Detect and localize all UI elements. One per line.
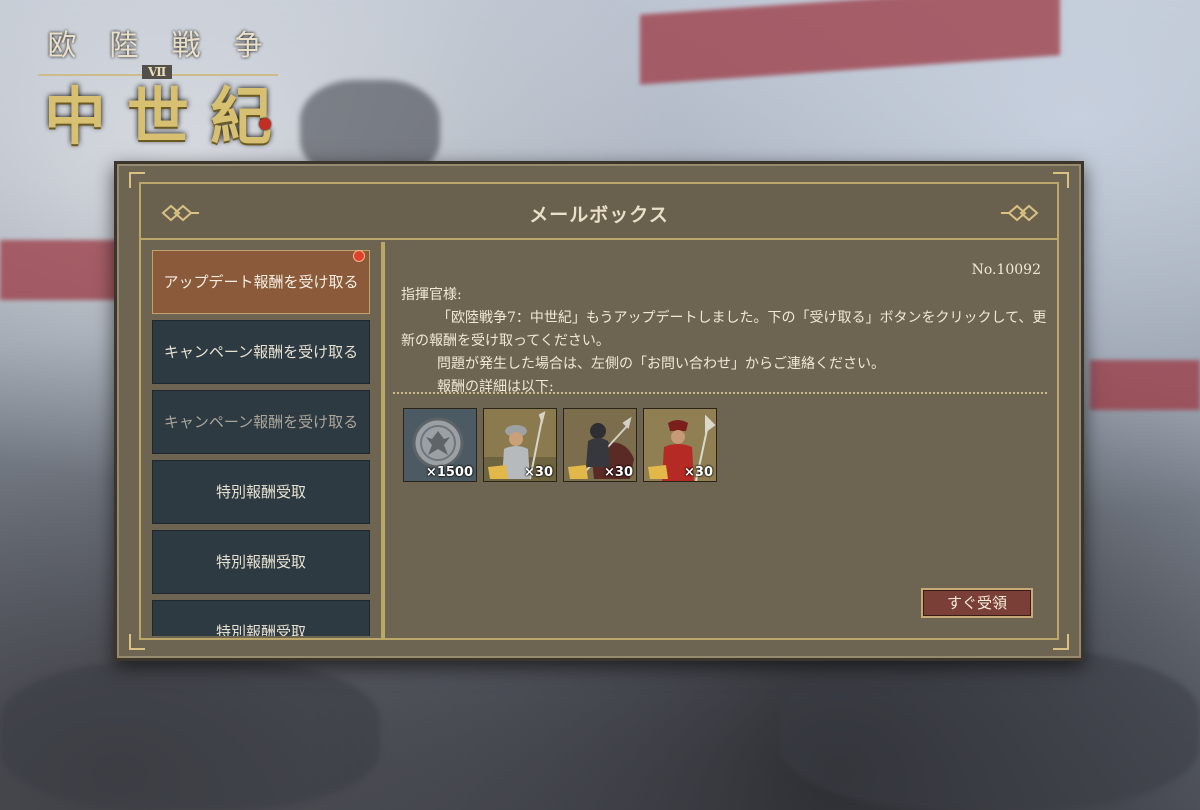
logo-char: 世 — [126, 80, 189, 153]
frame-corner — [1053, 172, 1069, 188]
logo-rule: Ⅶ — [38, 65, 278, 80]
mail-paragraph: 問題が発生した場合は、左側の「お問い合わせ」からご連絡ください。 — [437, 356, 885, 372]
mail-tab-special-reward[interactable]: 特別報酬受取 — [152, 600, 370, 636]
claim-now-button[interactable]: すぐ受領 — [921, 588, 1033, 618]
logo-char: 陸 — [109, 28, 141, 62]
reward-list: ×1500 ×30 ×30 ×30 — [403, 408, 717, 482]
background-figure — [780, 650, 1200, 810]
frame-corner — [1053, 634, 1069, 650]
panel-divider — [381, 242, 385, 638]
mail-body: 指揮官様: 「欧陸戦争7：中世紀」もうアップデートしました。下の「受け取る」ボタ… — [401, 284, 1051, 399]
logo-char: 争 — [233, 28, 265, 62]
logo-char: 紀 — [209, 80, 272, 153]
dialog-titlebar: メールボックス — [141, 184, 1057, 240]
mail-salutation: 指揮官様: — [401, 287, 462, 303]
logo-seal-icon — [259, 118, 271, 130]
reward-item[interactable]: ×1500 — [403, 408, 477, 482]
background-banner — [1090, 360, 1200, 410]
logo-subtitle: 欧 陸 戦 争 — [38, 22, 274, 64]
frame-corner — [129, 172, 145, 188]
reward-quantity: ×1500 — [425, 465, 473, 480]
background-figure — [0, 660, 380, 810]
logo-char: 中 — [43, 80, 106, 153]
logo-title: 中 世 紀 — [38, 86, 278, 148]
dialog-title: メールボックス — [529, 204, 669, 226]
dialog-frame: メールボックス アップデート報酬を受け取る キャンペーン報酬を受け取る キャンペ… — [139, 182, 1059, 640]
frame-corner — [129, 634, 145, 650]
ornament-icon — [1001, 204, 1039, 222]
mail-tab-special-reward[interactable]: 特別報酬受取 — [152, 530, 370, 594]
reward-item[interactable]: ×30 — [643, 408, 717, 482]
mail-tab-label: キャンペーン報酬を受け取る — [163, 413, 359, 431]
dotted-separator — [393, 392, 1047, 394]
logo-numeral: Ⅶ — [142, 65, 173, 79]
reward-item[interactable]: ×30 — [563, 408, 637, 482]
mail-tab-update-reward[interactable]: アップデート報酬を受け取る — [152, 250, 370, 314]
logo-char: 戦 — [171, 28, 203, 62]
background-banner — [0, 240, 120, 300]
reward-quantity: ×30 — [524, 465, 553, 480]
mail-number: No.10092 — [971, 262, 1041, 278]
mail-tab-label: キャンペーン報酬を受け取る — [163, 343, 359, 361]
mail-tab-label: 特別報酬受取 — [215, 553, 306, 571]
mailbox-dialog: メールボックス アップデート報酬を受け取る キャンペーン報酬を受け取る キャンペ… — [114, 161, 1084, 661]
mail-paragraph: 「欧陸戦争7：中世紀」もうアップデートしました。下の「受け取る」ボタンをクリック… — [401, 310, 1047, 349]
mail-tab-label: 特別報酬受取 — [215, 623, 306, 636]
mail-tab-label: アップデート報酬を受け取る — [163, 273, 359, 291]
reward-quantity: ×30 — [684, 465, 713, 480]
mail-content: No.10092 指揮官様: 「欧陸戦争7：中世紀」もうアップデートしました。下… — [389, 252, 1047, 628]
logo-char: 欧 — [47, 28, 79, 62]
game-logo: 欧 陸 戦 争 Ⅶ 中 世 紀 — [38, 22, 278, 148]
mail-paragraph: 報酬の詳細は以下: — [437, 379, 554, 395]
unread-dot-icon — [353, 250, 365, 262]
background-banner — [640, 0, 1060, 85]
mail-list[interactable]: アップデート報酬を受け取る キャンペーン報酬を受け取る キャンペーン報酬を受け取… — [152, 250, 370, 636]
mail-tab-campaign-reward[interactable]: キャンペーン報酬を受け取る — [152, 390, 370, 454]
mail-tab-label: 特別報酬受取 — [215, 483, 306, 501]
mail-tab-special-reward[interactable]: 特別報酬受取 — [152, 460, 370, 524]
reward-item[interactable]: ×30 — [483, 408, 557, 482]
reward-quantity: ×30 — [604, 465, 633, 480]
mail-tab-campaign-reward[interactable]: キャンペーン報酬を受け取る — [152, 320, 370, 384]
